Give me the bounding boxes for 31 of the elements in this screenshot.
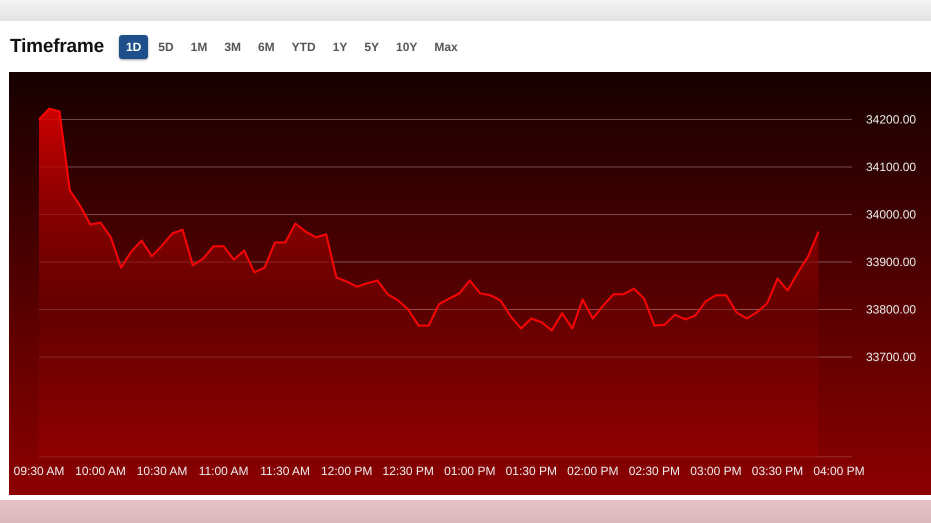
timeframe-title: Timeframe: [10, 36, 104, 58]
axis-label: 12:00 PM: [321, 464, 372, 478]
axis-label: 33800.00: [866, 302, 916, 316]
axis-label: 11:00 AM: [198, 464, 249, 478]
timeframe-tab[interactable]: 5D: [151, 34, 181, 58]
timeframe-tab[interactable]: 3M: [217, 34, 248, 58]
axis-label: 03:00 PM: [690, 464, 742, 478]
axis-label: 01:30 PM: [506, 464, 557, 478]
timeframe-tab[interactable]: 10Y: [389, 34, 424, 58]
axis-label: 34200.00: [866, 112, 916, 126]
axis-label: 12:30 PM: [382, 464, 434, 478]
timeframe-tab[interactable]: 5Y: [357, 34, 386, 58]
axis-label: 33700.00: [866, 350, 916, 364]
timeframe-tab[interactable]: 6M: [250, 34, 282, 58]
timeframe-tab[interactable]: 1D: [118, 34, 148, 58]
axis-label: 10:30 AM: [136, 464, 188, 478]
axis-label: 33900.00: [866, 254, 916, 269]
timeframe-tab[interactable]: Max: [427, 34, 465, 58]
axis-label: 03:30 PM: [752, 464, 804, 478]
axis-label: 09:30 AM: [14, 464, 64, 478]
timeframe-tab[interactable]: YTD: [284, 34, 323, 58]
axis-label: 02:30 PM: [628, 464, 680, 478]
axis-label: 10:00 AM: [75, 464, 126, 478]
axis-label: 02:00 PM: [567, 464, 619, 478]
timeframe-tab[interactable]: 1M: [184, 34, 214, 58]
axis-label: 01:00 PM: [444, 464, 496, 478]
axis-label: 34100.00: [866, 160, 916, 174]
axis-label: 34000.00: [866, 207, 916, 222]
timeframe-tab[interactable]: 1Y: [326, 34, 354, 58]
axis-label: 04:00 PM: [813, 464, 865, 478]
axis-label: 11:30 AM: [260, 464, 310, 478]
